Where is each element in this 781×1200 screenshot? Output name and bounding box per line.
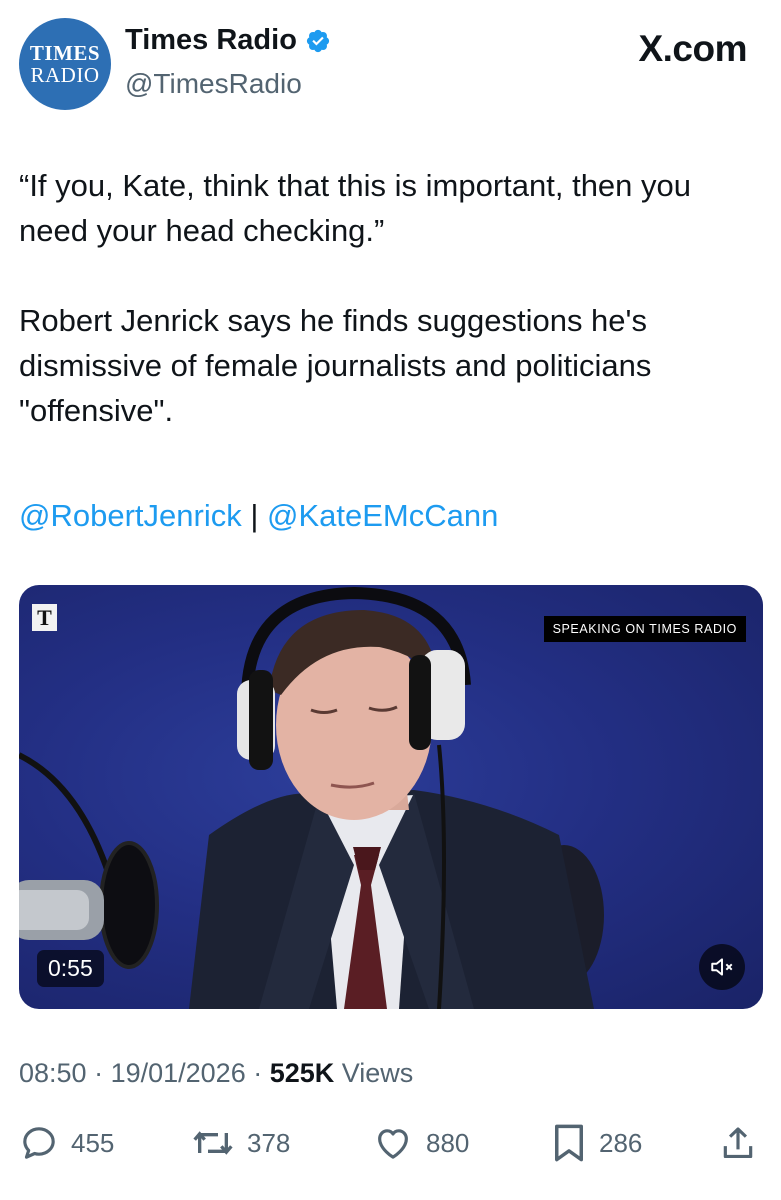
mention-separator: | <box>241 498 267 533</box>
verified-badge-icon <box>306 29 330 52</box>
share-button[interactable] <box>719 1118 757 1168</box>
tweet-time[interactable]: 08:50 <box>19 1058 87 1088</box>
video-duration: 0:55 <box>37 950 104 987</box>
bookmark-icon <box>555 1124 583 1162</box>
tweet-text: “If you, Kate, think that this is import… <box>19 163 759 433</box>
repost-count: 378 <box>247 1127 291 1158</box>
meta-separator: · <box>86 1058 111 1088</box>
views-label: Views <box>334 1058 414 1088</box>
heart-icon <box>378 1129 408 1159</box>
avatar-text-line2: RADIO <box>30 62 100 87</box>
mention-robertjenrick[interactable]: @RobertJenrick <box>19 498 242 533</box>
tweet-body: Robert Jenrick says he finds suggestions… <box>19 303 652 428</box>
repost-icon <box>193 1131 233 1155</box>
tweet-meta: 08:50 · 19/01/2026 · 525K Views <box>19 1058 413 1089</box>
tweet-header: TIMES RADIO Times Radio @TimesRadio X.co… <box>19 18 761 110</box>
bookmark-count: 286 <box>599 1127 643 1158</box>
video-frame <box>19 586 604 1009</box>
reply-icon <box>23 1127 55 1159</box>
mention-katemccann[interactable]: @KateEMcCann <box>267 498 498 533</box>
reply-count: 455 <box>71 1127 115 1158</box>
tweet-quote: “If you, Kate, think that this is import… <box>19 168 692 248</box>
meta-separator: · <box>245 1058 270 1088</box>
like-button[interactable]: 880 <box>372 1118 469 1168</box>
bookmark-button[interactable]: 286 <box>551 1118 642 1168</box>
like-count: 880 <box>426 1127 470 1158</box>
video-player[interactable]: T SPEAKING ON TIMES RADIO 0:55 <box>19 585 763 1009</box>
handle[interactable]: @TimesRadio <box>125 68 302 100</box>
reply-button[interactable]: 455 <box>19 1118 114 1168</box>
video-caption-tag: SPEAKING ON TIMES RADIO <box>543 616 746 642</box>
action-bar: 455 378 880 286 <box>19 1118 761 1168</box>
views-count: 525K <box>269 1058 335 1088</box>
mute-button[interactable] <box>699 944 745 990</box>
avatar[interactable]: TIMES RADIO <box>19 18 111 110</box>
display-name[interactable]: Times Radio <box>125 24 297 57</box>
share-icon <box>723 1127 753 1159</box>
repost-button[interactable]: 378 <box>191 1118 290 1168</box>
site-watermark: X.com <box>638 28 747 69</box>
tweet-mentions: @RobertJenrick | @KateEMcCann <box>19 493 498 538</box>
speaker-muted-icon <box>711 958 733 976</box>
times-logo: T <box>32 604 57 631</box>
avatar-text-line1: TIMES <box>29 40 101 65</box>
name-row: Times Radio <box>125 24 331 57</box>
tweet-date[interactable]: 19/01/2026 <box>111 1058 246 1088</box>
